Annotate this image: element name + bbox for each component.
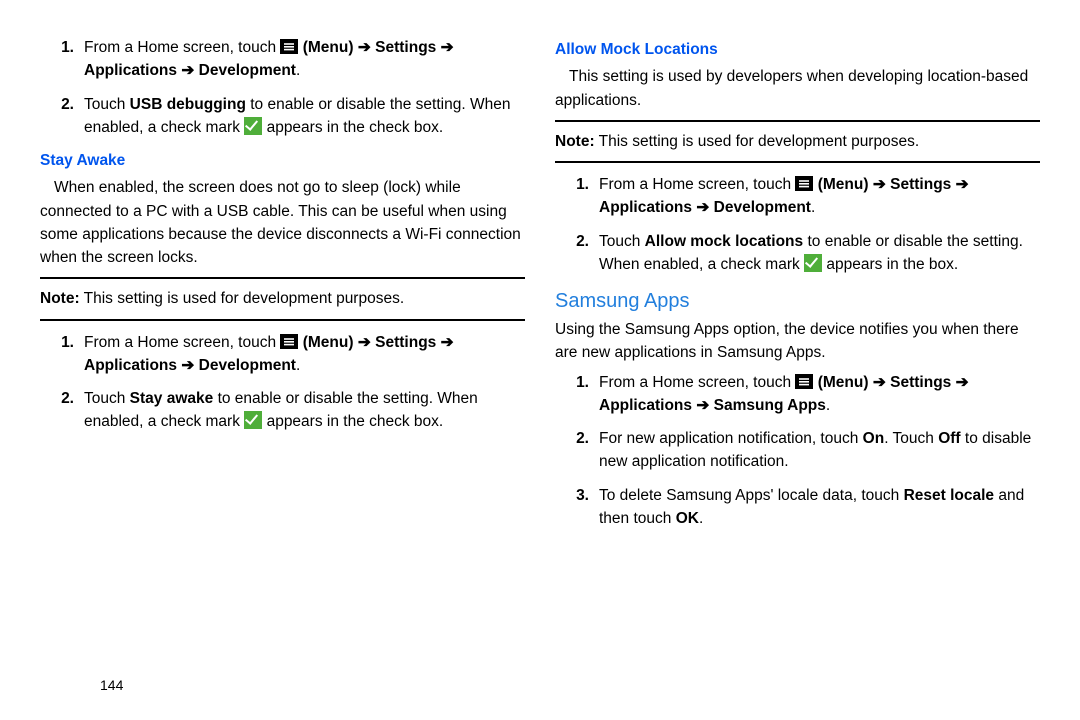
steps-usb-debugging: 1. From a Home screen, touch (Menu) ➔ Se… [40, 36, 525, 139]
step-item: 1. From a Home screen, touch (Menu) ➔ Se… [555, 173, 1040, 220]
heading-allow-mock: Allow Mock Locations [555, 38, 1040, 61]
steps-mock-locations: 1. From a Home screen, touch (Menu) ➔ Se… [555, 173, 1040, 276]
step-text: For new application notification, touch … [599, 427, 1040, 474]
step-text: From a Home screen, touch (Menu) ➔ Setti… [84, 36, 525, 83]
heading-stay-awake: Stay Awake [40, 149, 525, 172]
step-item: 2. For new application notification, tou… [555, 427, 1040, 474]
checkmark-icon [244, 117, 262, 135]
note-label: Note: [40, 290, 80, 307]
step-text: From a Home screen, touch (Menu) ➔ Setti… [599, 173, 1040, 220]
step-number: 2. [40, 387, 84, 434]
menu-icon [795, 176, 813, 191]
step-number: 1. [40, 331, 84, 378]
step-text: To delete Samsung Apps' locale data, tou… [599, 484, 1040, 531]
step-number: 1. [40, 36, 84, 83]
step-item: 1. From a Home screen, touch (Menu) ➔ Se… [40, 331, 525, 378]
step-text: Touch USB debugging to enable or disable… [84, 93, 525, 140]
left-column: 1. From a Home screen, touch (Menu) ➔ Se… [40, 30, 525, 700]
step-number: 2. [555, 427, 599, 474]
right-column: Allow Mock Locations This setting is use… [555, 30, 1040, 700]
step-item: 3. To delete Samsung Apps' locale data, … [555, 484, 1040, 531]
menu-icon [280, 334, 298, 349]
step-item: 2. Touch Allow mock locations to enable … [555, 230, 1040, 277]
heading-samsung-apps: Samsung Apps [555, 286, 1040, 316]
note-text: This setting is used for development pur… [595, 133, 920, 150]
step-text: From a Home screen, touch (Menu) ➔ Setti… [84, 331, 525, 378]
step-item: 1. From a Home screen, touch (Menu) ➔ Se… [555, 371, 1040, 418]
samsung-description: Using the Samsung Apps option, the devic… [555, 318, 1040, 365]
mock-description: This setting is used by developers when … [555, 65, 1040, 112]
step-item: 2. Touch USB debugging to enable or disa… [40, 93, 525, 140]
step-text: Touch Allow mock locations to enable or … [599, 230, 1040, 277]
step-number: 2. [40, 93, 84, 140]
note-label: Note: [555, 133, 595, 150]
menu-icon [795, 374, 813, 389]
step-item: 1. From a Home screen, touch (Menu) ➔ Se… [40, 36, 525, 83]
page-number: 144 [100, 675, 123, 696]
step-number: 1. [555, 173, 599, 220]
step-text: Touch Stay awake to enable or disable th… [84, 387, 525, 434]
steps-samsung-apps: 1. From a Home screen, touch (Menu) ➔ Se… [555, 371, 1040, 531]
steps-stay-awake: 1. From a Home screen, touch (Menu) ➔ Se… [40, 331, 525, 434]
note-block: Note: This setting is used for developme… [40, 277, 525, 320]
step-item: 2. Touch Stay awake to enable or disable… [40, 387, 525, 434]
menu-icon [280, 39, 298, 54]
step-number: 2. [555, 230, 599, 277]
stay-awake-description: When enabled, the screen does not go to … [40, 176, 525, 269]
step-number: 3. [555, 484, 599, 531]
step-number: 1. [555, 371, 599, 418]
checkmark-icon [244, 411, 262, 429]
note-text: This setting is used for development pur… [80, 290, 405, 307]
step-text: From a Home screen, touch (Menu) ➔ Setti… [599, 371, 1040, 418]
note-block: Note: This setting is used for developme… [555, 120, 1040, 163]
checkmark-icon [804, 254, 822, 272]
